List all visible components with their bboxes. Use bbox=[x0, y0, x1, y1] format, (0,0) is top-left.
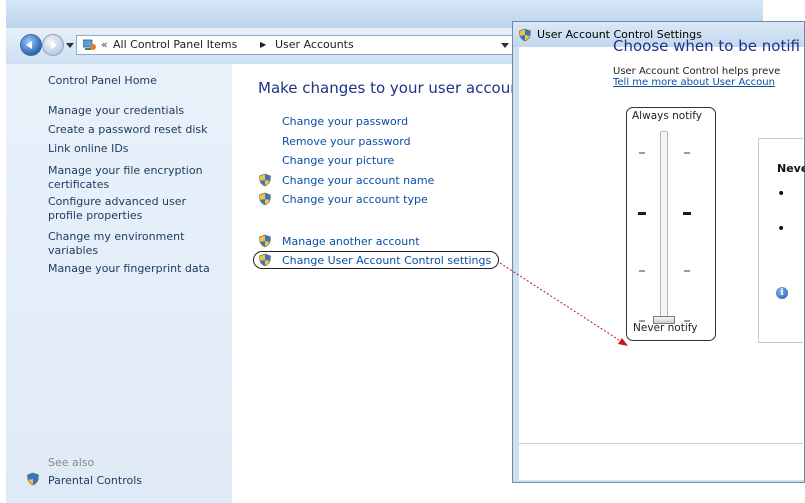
info-icon: i bbox=[776, 287, 788, 299]
level-description-title: Neve bbox=[777, 162, 805, 175]
manage-another-account-link[interactable]: Manage another account bbox=[282, 235, 420, 248]
shield-icon bbox=[259, 253, 271, 267]
slider-tick bbox=[684, 152, 690, 154]
breadcrumb-overflow[interactable]: « bbox=[101, 36, 108, 54]
change-account-name-link[interactable]: Change your account name bbox=[282, 174, 434, 187]
page-title: Make changes to your user accour bbox=[258, 79, 517, 97]
remove-password-link[interactable]: Remove your password bbox=[282, 135, 411, 148]
sidebar-item-password-reset-disk[interactable]: Create a password reset disk bbox=[48, 123, 228, 137]
address-bar[interactable]: « All Control Panel Items ▶ User Account… bbox=[76, 35, 513, 55]
breadcrumb-user-accounts[interactable]: User Accounts bbox=[275, 36, 354, 54]
breadcrumb-separator-icon[interactable]: ▶ bbox=[260, 36, 266, 54]
sidebar-item-fingerprint-data[interactable]: Manage your fingerprint data bbox=[48, 262, 228, 276]
slider-tick bbox=[684, 270, 690, 272]
slider-tick bbox=[683, 212, 691, 215]
uac-learn-more-link[interactable]: Tell me more about User Accoun bbox=[613, 77, 775, 88]
level-description-bullet: • bbox=[777, 221, 786, 237]
uac-description: User Account Control helps preve bbox=[613, 66, 781, 77]
recent-pages-dropdown[interactable] bbox=[66, 43, 74, 52]
slider-bottom-label: Never notify bbox=[633, 322, 698, 334]
uac-heading: Choose when to be notifi bbox=[613, 37, 800, 55]
notification-slider-track[interactable] bbox=[660, 131, 668, 319]
shield-icon bbox=[27, 472, 39, 486]
sidebar-item-manage-credentials[interactable]: Manage your credentials bbox=[48, 104, 228, 118]
slider-tick bbox=[638, 212, 646, 215]
uac-footer-divider bbox=[518, 443, 803, 444]
slider-tick bbox=[639, 270, 645, 272]
slider-tick bbox=[639, 152, 645, 154]
shield-icon bbox=[259, 173, 271, 187]
forward-button[interactable] bbox=[42, 34, 64, 56]
sidebar-item-link-online-ids[interactable]: Link online IDs bbox=[48, 142, 228, 156]
change-account-type-link[interactable]: Change your account type bbox=[282, 193, 428, 206]
back-button[interactable] bbox=[20, 34, 42, 56]
change-password-link[interactable]: Change your password bbox=[282, 115, 408, 128]
sidebar-item-advanced-profile[interactable]: Configure advanced user profile properti… bbox=[48, 195, 198, 223]
task-pane: Control Panel Home Manage your credentia… bbox=[6, 64, 232, 503]
shield-icon bbox=[259, 192, 271, 206]
change-uac-settings-link[interactable]: Change User Account Control settings bbox=[282, 254, 491, 267]
annotation-highlight-box bbox=[626, 107, 716, 341]
sidebar-item-parental-controls[interactable]: Parental Controls bbox=[48, 474, 142, 487]
uac-content-layer: Choose when to be notifi User Account Co… bbox=[512, 21, 805, 483]
sidebar-item-file-encryption[interactable]: Manage your file encryption certificates bbox=[48, 164, 220, 192]
see-also-heading: See also bbox=[48, 456, 95, 469]
sidebar-item-environment-variables[interactable]: Change my environment variables bbox=[48, 230, 208, 258]
control-panel-icon bbox=[83, 39, 96, 50]
sidebar-item-control-panel-home[interactable]: Control Panel Home bbox=[48, 74, 228, 88]
shield-icon bbox=[259, 234, 271, 248]
address-dropdown-icon[interactable] bbox=[501, 43, 509, 52]
breadcrumb-all-control-panel-items[interactable]: All Control Panel Items bbox=[113, 36, 237, 54]
change-picture-link[interactable]: Change your picture bbox=[282, 154, 394, 167]
level-description-bullet: • bbox=[777, 186, 786, 202]
slider-top-label: Always notify bbox=[632, 110, 702, 122]
